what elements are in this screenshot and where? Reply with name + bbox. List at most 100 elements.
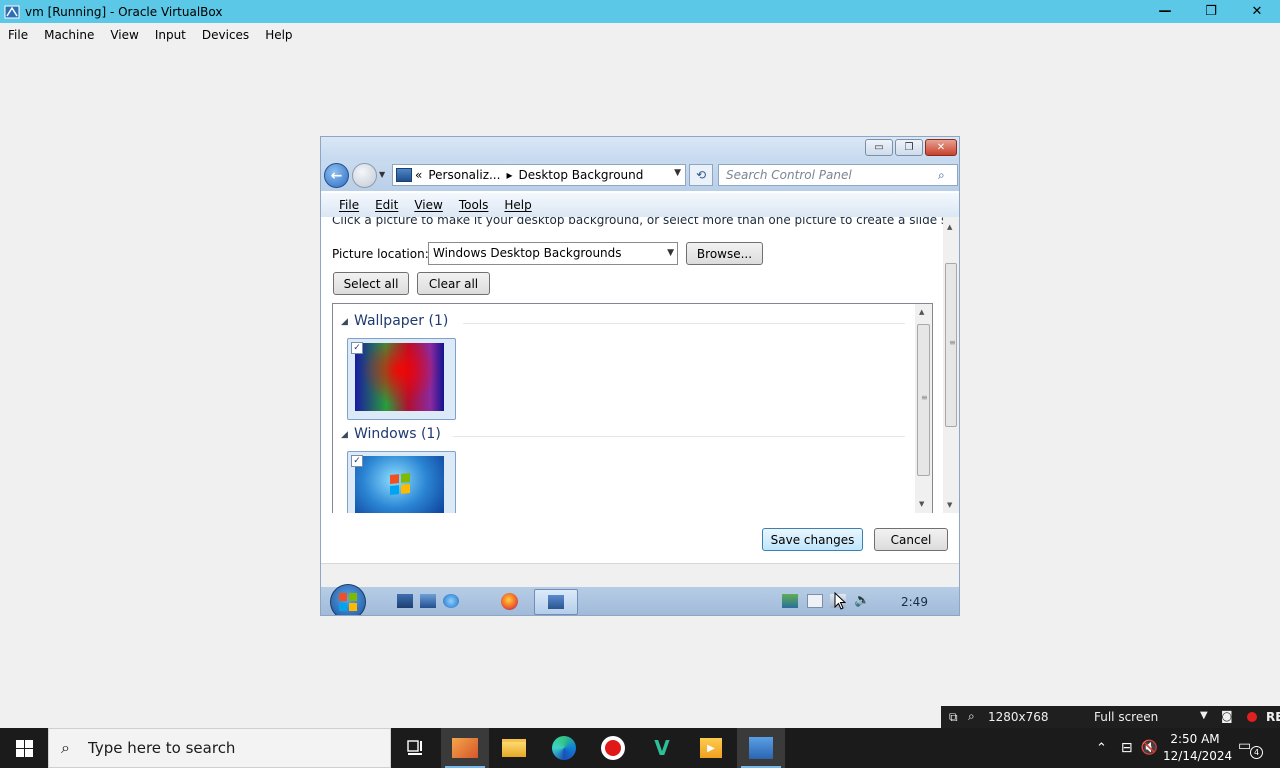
thumbnail-checkbox[interactable]: ✓: [351, 342, 363, 354]
internet-explorer-icon[interactable]: [443, 594, 459, 608]
tray-document-icon[interactable]: [807, 594, 823, 608]
windows-thumbnail[interactable]: ✓: [347, 451, 456, 513]
notification-button[interactable]: ▭ 4: [1238, 738, 1263, 759]
search-icon[interactable]: ⌕: [938, 168, 945, 183]
cancel-button[interactable]: Cancel: [874, 528, 948, 551]
scroll-up-icon[interactable]: ▲: [947, 223, 952, 231]
picture-list[interactable]: ◢ Wallpaper (1) ✓ ◢ Windows (1) ✓ ▲ ≡ ▼: [332, 303, 933, 513]
guest-menu-edit[interactable]: Edit: [375, 198, 398, 212]
picture-location-value: Windows Desktop Backgrounds: [433, 246, 622, 260]
taskbar-app-gitlab[interactable]: [441, 728, 489, 768]
search-input[interactable]: [718, 164, 958, 186]
breadcrumb-personalization[interactable]: Personaliz...: [428, 168, 500, 182]
back-button[interactable]: ←: [324, 163, 349, 188]
camera-icon[interactable]: ◙: [1221, 709, 1233, 723]
refresh-icon: ⟲: [695, 168, 707, 182]
menu-machine[interactable]: Machine: [44, 28, 94, 42]
guest-clock[interactable]: 2:49: [901, 595, 928, 609]
taskbar-search-input[interactable]: [48, 728, 391, 768]
host-titlebar: vm [Running] - Oracle VirtualBox — ❐ ✕: [0, 0, 1280, 23]
taskbar-app-virtualbox[interactable]: [737, 728, 785, 768]
scroll-down-icon[interactable]: ▼: [919, 500, 924, 508]
chevron-down-icon[interactable]: ▼: [1200, 710, 1208, 721]
guest-start-button[interactable]: [330, 584, 366, 615]
content-area: Click a picture to make it your desktop …: [321, 217, 959, 513]
chevron-up-icon[interactable]: ⌃: [1096, 741, 1107, 756]
minimize-button[interactable]: —: [1142, 0, 1188, 23]
taskbar-app-explorer[interactable]: [490, 728, 538, 768]
guest-menu-help[interactable]: Help: [504, 198, 531, 212]
v-app-icon: V: [654, 736, 670, 760]
scroll-down-icon[interactable]: ▼: [947, 501, 952, 509]
forward-button[interactable]: [352, 163, 377, 188]
guest-titlebar[interactable]: ▭ ❐ ✕: [321, 137, 959, 161]
window-icon[interactable]: ⧉: [949, 710, 958, 725]
taskbar-app-vs[interactable]: V: [638, 728, 686, 768]
save-changes-button[interactable]: Save changes: [762, 528, 863, 551]
wallpaper-thumbnail[interactable]: ✓: [347, 338, 456, 420]
scroll-thumb[interactable]: ≡: [917, 324, 930, 476]
breadcrumb-separator[interactable]: ▸: [506, 168, 512, 182]
browse-button[interactable]: Browse...: [686, 242, 763, 265]
menu-view[interactable]: View: [110, 28, 138, 42]
taskbar-app-media[interactable]: ▶: [687, 728, 735, 768]
grip-icon: ≡: [921, 393, 928, 402]
windows-logo-icon: [339, 593, 357, 611]
breadcrumb-desktop-background[interactable]: Desktop Background: [518, 168, 643, 182]
group-windows[interactable]: ◢ Windows (1): [333, 425, 905, 445]
breadcrumb-overflow[interactable]: «: [415, 168, 422, 182]
scroll-thumb[interactable]: ≡: [945, 263, 957, 427]
magnifier-icon[interactable]: ⌕: [968, 709, 975, 724]
host-clock[interactable]: 2:50 AM 12/14/2024: [1163, 731, 1232, 765]
collapse-triangle-icon[interactable]: ◢: [341, 317, 348, 327]
refresh-button[interactable]: ⟲: [689, 164, 713, 186]
menu-devices[interactable]: Devices: [202, 28, 249, 42]
group-name: Windows (1): [354, 426, 441, 442]
guest-menu-file[interactable]: File: [339, 198, 359, 212]
network-icon[interactable]: ⊟: [1121, 740, 1133, 756]
guest-taskbar: 🔈 2:49: [321, 584, 959, 615]
system-tray: ⌃ ⊟ 🔇: [1092, 728, 1158, 768]
host-window-title: vm [Running] - Oracle VirtualBox: [25, 4, 223, 19]
thumbnail-checkbox[interactable]: ✓: [351, 455, 363, 467]
menu-file[interactable]: File: [8, 28, 28, 42]
guest-menu-tools[interactable]: Tools: [459, 198, 489, 212]
show-desktop-icon[interactable]: [397, 594, 413, 608]
address-dropdown-icon[interactable]: ▼: [674, 168, 681, 178]
guest-menu-view[interactable]: View: [414, 198, 442, 212]
taskbar-app-edge[interactable]: [540, 728, 588, 768]
content-scrollbar[interactable]: ▲ ≡ ▼: [943, 217, 959, 513]
task-view-button[interactable]: [392, 728, 440, 768]
restore-button[interactable]: ❐: [1188, 0, 1234, 23]
record-button[interactable]: REC: [1266, 710, 1280, 724]
taskbar-app-recorder[interactable]: [589, 728, 637, 768]
menu-help[interactable]: Help: [265, 28, 292, 42]
picture-list-scrollbar[interactable]: ▲ ≡ ▼: [915, 304, 932, 513]
record-dot-icon: [1247, 712, 1257, 722]
group-divider: [453, 436, 905, 437]
save-label: Save changes: [770, 532, 855, 547]
address-bar[interactable]: « Personaliz... ▸ Desktop Background ▼: [392, 164, 686, 186]
guest-minimize-button[interactable]: ▭: [865, 139, 893, 156]
guest-close-button[interactable]: ✕: [925, 139, 957, 156]
volume-muted-icon[interactable]: 🔇: [1141, 740, 1158, 756]
select-all-button[interactable]: Select all: [333, 272, 409, 295]
group-wallpaper[interactable]: ◢ Wallpaper (1): [333, 312, 905, 332]
chevron-down-icon[interactable]: ▼: [379, 170, 385, 179]
switch-windows-icon[interactable]: [420, 594, 436, 608]
scroll-up-icon[interactable]: ▲: [919, 308, 924, 316]
edge-icon: [552, 736, 576, 760]
mouse-cursor-icon: [834, 592, 846, 610]
display-mode-select[interactable]: Full screen: [1094, 710, 1158, 724]
picture-location-dropdown[interactable]: Windows Desktop Backgrounds ▼: [428, 242, 678, 265]
collapse-triangle-icon[interactable]: ◢: [341, 430, 348, 440]
clear-all-button[interactable]: Clear all: [417, 272, 490, 295]
start-button[interactable]: [0, 728, 48, 768]
close-button[interactable]: ✕: [1234, 0, 1280, 23]
firefox-icon[interactable]: [501, 593, 518, 610]
taskbar-active-window[interactable]: [534, 589, 578, 615]
menu-input[interactable]: Input: [155, 28, 186, 42]
tray-app-icon[interactable]: [782, 594, 798, 608]
volume-icon[interactable]: 🔈: [854, 593, 870, 608]
guest-maximize-button[interactable]: ❐: [895, 139, 923, 156]
